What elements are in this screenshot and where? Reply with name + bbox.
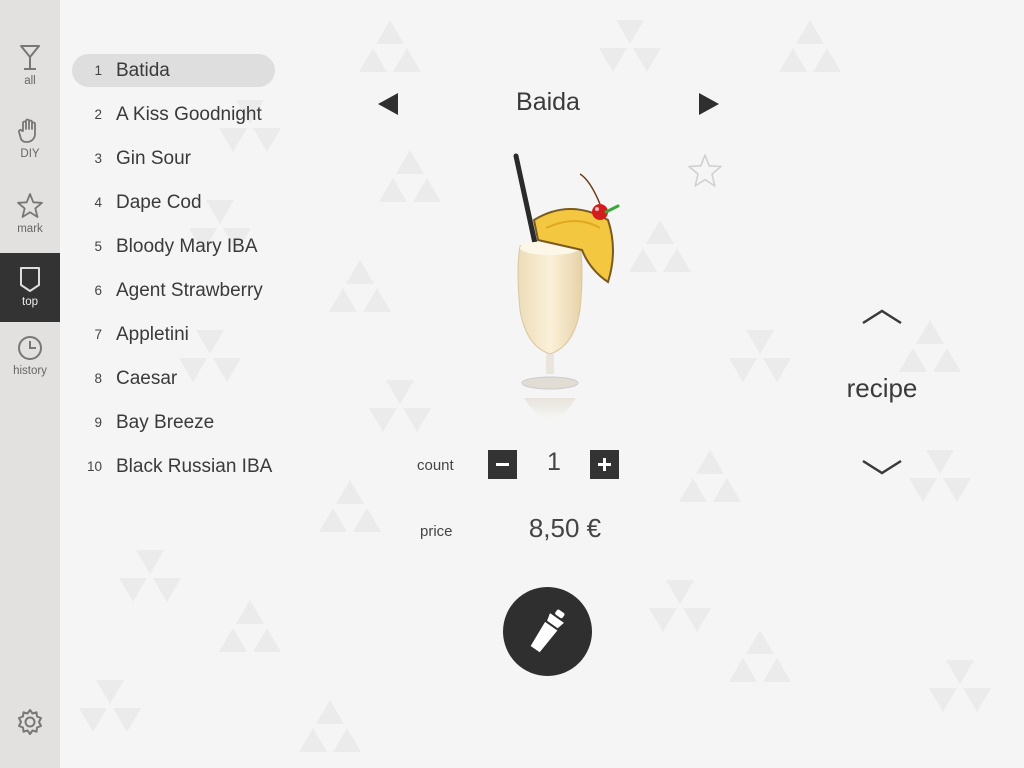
list-item[interactable]: 3 Gin Sour [72, 142, 275, 175]
list-item[interactable]: 1 Batida [72, 54, 275, 87]
list-item-name: Caesar [116, 367, 178, 389]
list-item-name: Black Russian IBA [116, 455, 273, 477]
list-item[interactable]: 6 Agent Strawberry [72, 274, 275, 307]
count-value: 1 [547, 448, 561, 476]
list-item-number: 3 [94, 151, 102, 166]
list-item[interactable]: 4 Dape Cod [72, 186, 275, 219]
gear-icon[interactable] [14, 706, 46, 738]
sidebar: all DIY mark top history [0, 0, 60, 768]
plus-icon [598, 458, 611, 471]
list-item-name: Gin Sour [116, 147, 191, 169]
previous-arrow-icon[interactable] [376, 91, 400, 117]
chevron-up-icon[interactable] [858, 305, 906, 329]
increase-count-button[interactable] [590, 450, 619, 479]
favorite-star-icon[interactable] [686, 153, 724, 189]
list-item-number: 2 [94, 107, 102, 122]
cocktail-image [513, 153, 620, 419]
hand-icon [18, 118, 36, 143]
list-item-name: Batida [116, 59, 170, 81]
sidebar-item-label: all [24, 75, 36, 87]
price-value: 8,50 € [528, 513, 602, 543]
list-item-number: 1 [94, 63, 102, 78]
list-item-name: Appletini [116, 323, 189, 345]
decrease-count-button[interactable] [488, 450, 517, 479]
cocktail-list: 1 Batida 2 A Kiss Goodnight 3 Gin Sour 4… [72, 54, 292, 494]
list-item-number: 8 [94, 371, 102, 386]
list-item[interactable]: 5 Bloody Mary IBA [72, 230, 275, 263]
sidebar-item-mark[interactable]: mark [0, 192, 60, 260]
list-item-name: Dape Cod [116, 191, 202, 213]
sidebar-item-top[interactable]: top [0, 253, 60, 322]
list-item-number: 4 [94, 195, 102, 210]
list-item-number: 6 [94, 283, 102, 298]
list-item[interactable]: 7 Appletini [72, 318, 275, 351]
star-icon [17, 193, 43, 218]
list-item-name: Agent Strawberry [116, 279, 263, 301]
cocktail-shaker-icon [530, 609, 565, 653]
list-item[interactable]: 2 A Kiss Goodnight [72, 98, 275, 131]
list-item-name: Bay Breeze [116, 411, 215, 433]
price-label: price [420, 523, 453, 540]
list-item-number: 7 [94, 327, 102, 342]
minus-icon [496, 463, 509, 466]
cocktail-glass-icon [20, 45, 40, 70]
drink-title: Baida [516, 88, 580, 116]
list-item-number: 10 [86, 459, 102, 474]
sidebar-item-label: top [22, 296, 38, 308]
list-item-number: 5 [94, 239, 102, 254]
clock-icon [18, 336, 42, 360]
list-item[interactable]: 8 Caesar [72, 362, 275, 395]
chevron-down-icon[interactable] [858, 455, 906, 479]
count-label: count [417, 457, 454, 474]
list-item-name: Bloody Mary IBA [116, 235, 258, 257]
sidebar-item-label: DIY [20, 148, 40, 160]
badge-icon [20, 267, 40, 292]
list-item-number: 9 [94, 415, 102, 430]
list-item-name: A Kiss Goodnight [116, 103, 262, 125]
sidebar-item-diy[interactable]: DIY [0, 117, 60, 185]
list-item[interactable]: 9 Bay Breeze [72, 406, 275, 439]
sidebar-item-all[interactable]: all [0, 44, 60, 112]
next-arrow-icon[interactable] [697, 91, 721, 117]
sidebar-item-history[interactable]: history [0, 334, 60, 402]
sidebar-item-label: history [13, 365, 47, 377]
make-drink-button[interactable] [503, 587, 592, 676]
recipe-label[interactable]: recipe [822, 373, 942, 404]
list-item[interactable]: 10 Black Russian IBA [72, 450, 275, 483]
sidebar-item-label: mark [17, 223, 43, 235]
